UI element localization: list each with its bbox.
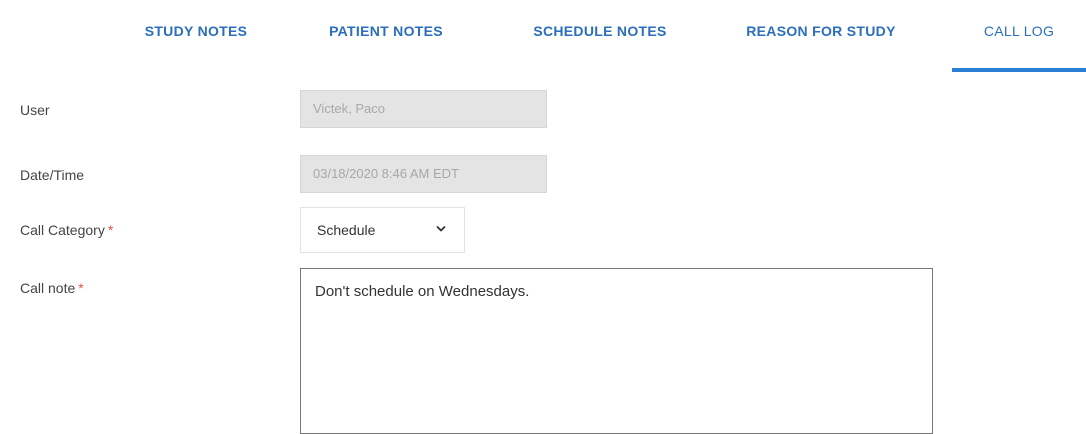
tab-reason-for-study-label: REASON FOR STUDY [746, 23, 896, 39]
user-label: User [20, 102, 50, 118]
call-category-selected-value: Schedule [317, 222, 376, 238]
tab-reason-for-study[interactable]: REASON FOR STUDY [716, 20, 926, 72]
required-asterisk: * [107, 222, 114, 238]
tab-patient-notes-label: PATIENT NOTES [329, 23, 443, 39]
call-category-label: Call Category * [20, 222, 113, 238]
tab-study-notes[interactable]: STUDY NOTES [112, 20, 280, 72]
tab-call-log[interactable]: CALL LOG [952, 20, 1086, 72]
user-field: Victek, Paco [300, 90, 547, 128]
call-category-row: Call Category * Schedule [0, 207, 1086, 255]
call-note-label: Call note * [20, 280, 84, 296]
call-category-select[interactable]: Schedule [300, 207, 465, 253]
tab-schedule-notes-label: SCHEDULE NOTES [533, 23, 667, 39]
datetime-row: Date/Time 03/18/2020 8:46 AM EDT [0, 155, 1086, 195]
notes-tab-bar: STUDY NOTES PATIENT NOTES SCHEDULE NOTES… [0, 0, 1086, 72]
datetime-field: 03/18/2020 8:46 AM EDT [300, 155, 547, 193]
tab-patient-notes[interactable]: PATIENT NOTES [296, 20, 476, 72]
tab-study-notes-label: STUDY NOTES [144, 23, 248, 39]
call-note-textarea[interactable]: Don't schedule on Wednesdays. [300, 268, 933, 434]
datetime-label: Date/Time [20, 167, 85, 183]
call-category-label-text: Call Category [20, 222, 105, 238]
call-note-label-text: Call note [20, 280, 76, 296]
user-row: User Victek, Paco [0, 90, 1086, 130]
required-asterisk: * [78, 280, 84, 296]
call-log-panel: STUDY NOTES PATIENT NOTES SCHEDULE NOTES… [0, 0, 1086, 434]
tab-schedule-notes[interactable]: SCHEDULE NOTES [500, 20, 700, 72]
tab-call-log-label: CALL LOG [983, 23, 1055, 39]
chevron-down-icon [436, 226, 446, 232]
